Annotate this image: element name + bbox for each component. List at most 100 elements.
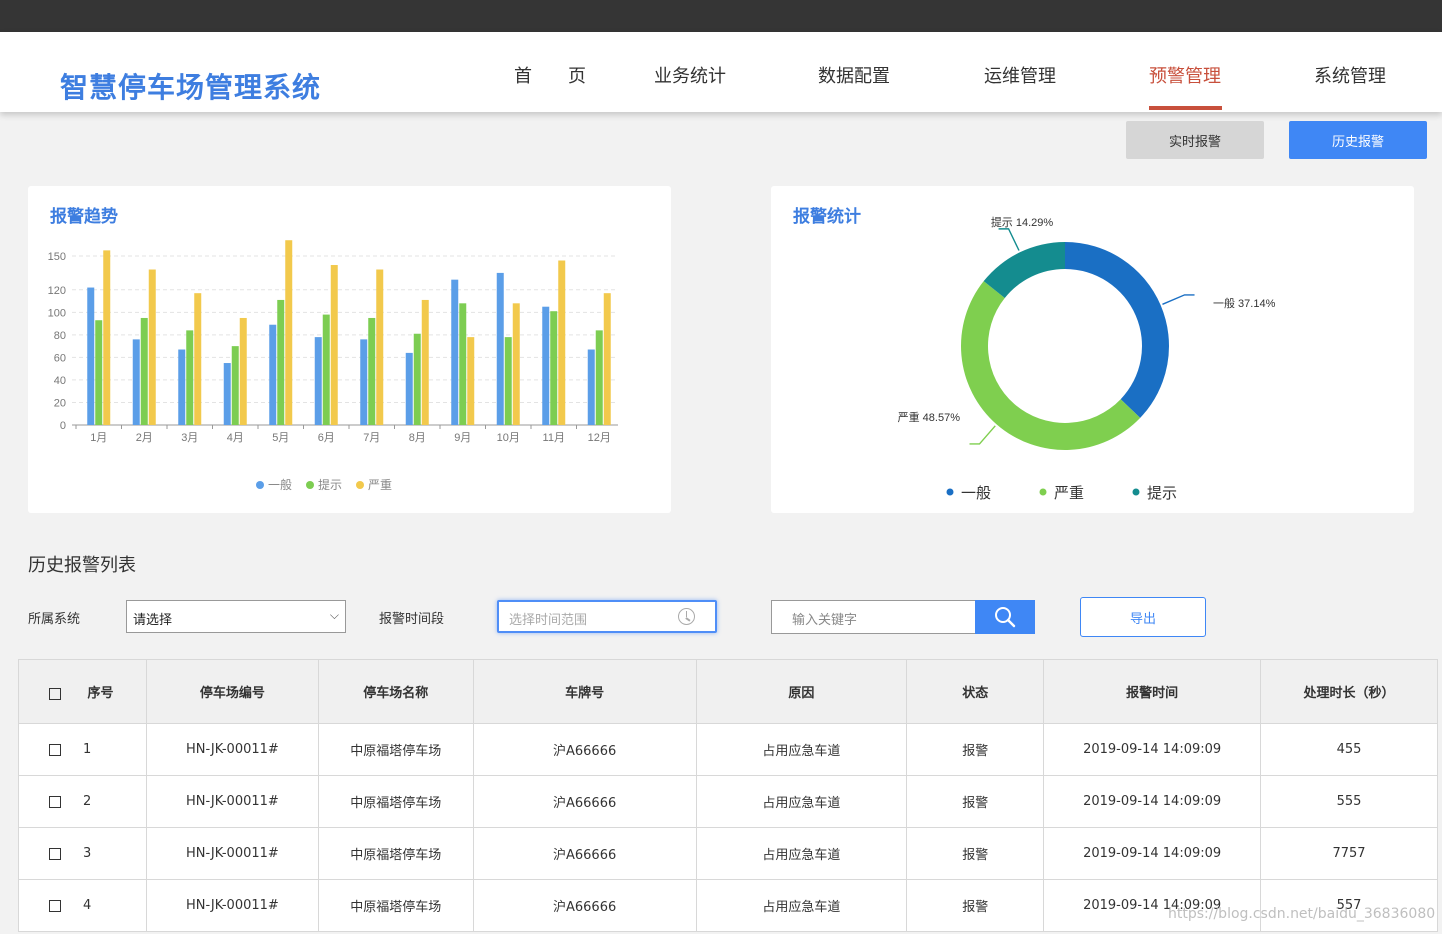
select-all-checkbox[interactable] (49, 687, 61, 700)
bar-hint (140, 317, 148, 425)
cell-row-index: 1 (83, 742, 92, 757)
legend-label: 一般 (268, 477, 292, 492)
bar-severe (239, 317, 247, 425)
history-alert-table: 序号 停车场编号 停车场名称 车牌号 原因 状态 报警时间 处理时长（秒） 1 H… (18, 659, 1438, 932)
bar-hint (277, 299, 285, 425)
bar-severe (603, 293, 611, 425)
search-button[interactable] (975, 600, 1035, 634)
keyword-search-input[interactable]: 输入关键字 (771, 600, 976, 634)
realtime-alert-button[interactable]: 实时报警 (1126, 121, 1264, 159)
cell-alert-time: 2019-09-14 14:09:09 (1043, 775, 1262, 828)
bar-general (269, 324, 277, 425)
time-range-input[interactable]: 选择时间范围 (497, 600, 717, 633)
cell-plate-number: 沪A66666 (472, 827, 697, 880)
cell-status: 报警 (906, 775, 1045, 828)
table-row[interactable]: 3 HN-JK-00011# 中原福塔停车场 沪A66666 占用应急车道 报警 2019-… (18, 827, 1438, 880)
cell-plate-number: 沪A66666 (472, 879, 697, 932)
bar-severe (194, 293, 202, 425)
system-select[interactable]: 请选择 ⌵ (126, 600, 346, 633)
table-header-row: 序号 停车场编号 停车场名称 车牌号 原因 状态 报警时间 处理时长（秒） (18, 659, 1438, 724)
nav-ops-management[interactable]: 运维管理 (984, 62, 1056, 88)
row-index-cell: 2 (18, 775, 147, 828)
nav-system-management[interactable]: 系统管理 (1314, 62, 1386, 88)
x-tick-label: 7月 (363, 432, 380, 444)
legend-label: 严重 (1054, 485, 1084, 502)
nav-business-stats[interactable]: 业务统计 (654, 62, 726, 88)
cell-plate-number: 沪A66666 (472, 723, 697, 776)
legend-dot (356, 481, 364, 489)
x-tick-label: 2月 (136, 432, 153, 444)
y-tick-label: 100 (48, 307, 66, 319)
bar-severe (376, 269, 384, 425)
table-row[interactable]: 4 HN-JK-00011# 中原福塔停车场 沪A66666 占用应急车道 报警 2019-… (18, 879, 1438, 932)
y-tick-label: 40 (54, 375, 66, 387)
row-index-cell: 4 (18, 879, 147, 932)
bar-general (132, 339, 140, 425)
column-header-status[interactable]: 状态 (906, 659, 1045, 724)
bar-severe (330, 265, 338, 425)
cell-lot-code: HN-JK-00011# (145, 827, 319, 880)
time-range-placeholder: 选择时间范围 (509, 613, 588, 628)
search-icon (995, 607, 1016, 628)
cell-duration: 557 (1260, 879, 1438, 932)
leader-line (998, 228, 1020, 251)
column-header-lot-name[interactable]: 停车场名称 (317, 659, 474, 724)
table-row[interactable]: 2 HN-JK-00011# 中原福塔停车场 沪A66666 占用应急车道 报警 2019-… (18, 775, 1438, 828)
bar-general (178, 349, 186, 425)
cell-reason: 占用应急车道 (695, 879, 908, 932)
nav-alert-management[interactable]: 预警管理 (1149, 62, 1221, 88)
cell-reason: 占用应急车道 (695, 827, 908, 880)
x-tick-label: 6月 (318, 432, 335, 444)
column-header-plate[interactable]: 车牌号 (472, 659, 697, 724)
column-header-duration[interactable]: 处理时长（秒） (1260, 659, 1438, 724)
column-header-index: 序号 (18, 659, 147, 724)
column-header-alert-time[interactable]: 报警时间 (1043, 659, 1262, 724)
column-header-lot-code[interactable]: 停车场编号 (145, 659, 319, 724)
nav-data-config[interactable]: 数据配置 (818, 62, 890, 88)
bar-severe (421, 299, 429, 425)
cell-lot-name: 中原福塔停车场 (317, 723, 474, 776)
bar-general (542, 306, 550, 425)
chevron-down-icon: ⌵ (329, 608, 339, 622)
keyword-search-placeholder: 输入关键字 (792, 613, 858, 628)
system-filter-label: 所属系统 (28, 612, 81, 627)
column-header-label: 序号 (87, 686, 114, 701)
bar-severe (512, 303, 520, 425)
bar-severe (467, 337, 475, 425)
bar-general (451, 279, 459, 425)
export-button[interactable]: 导出 (1080, 597, 1206, 637)
bar-hint (186, 330, 194, 425)
column-header-reason[interactable]: 原因 (695, 659, 908, 724)
row-checkbox[interactable] (49, 899, 61, 912)
x-tick-label: 12月 (588, 432, 611, 444)
bar-hint (550, 311, 558, 425)
history-list-title: 历史报警列表 (28, 555, 136, 576)
alert-trend-chart: 0 20 40 60 80 100 120 150 1月 2月 3月 4月 5月 6月 7月 8月 9月 10月 1… (48, 240, 618, 492)
bar-general (587, 349, 595, 425)
x-tick-label: 5月 (272, 432, 289, 444)
cell-lot-name: 中原福塔停车场 (317, 879, 474, 932)
cell-duration: 455 (1260, 723, 1438, 776)
cell-duration: 555 (1260, 775, 1438, 828)
row-checkbox[interactable] (49, 743, 61, 756)
cell-alert-time: 2019-09-14 14:09:09 (1043, 879, 1262, 932)
bar-general (87, 287, 95, 425)
legend-dot (306, 481, 314, 489)
bar-hint (504, 337, 512, 425)
slice-label: 一般 37.14% (1213, 297, 1276, 310)
history-alert-button[interactable]: 历史报警 (1289, 121, 1427, 159)
row-checkbox[interactable] (49, 847, 61, 860)
bar-hint (322, 314, 330, 425)
x-tick-label: 9月 (454, 432, 471, 444)
leader-line (969, 425, 996, 445)
nav-home[interactable]: 首 页 (514, 62, 586, 88)
nav-active-indicator (1149, 106, 1222, 110)
cell-lot-code: HN-JK-00011# (145, 723, 319, 776)
y-tick-label: 80 (54, 330, 66, 342)
alert-stats-card: 报警统计 一般 37.14% 严重 48.57% 提示 14.29% 一般 严重 提示 (771, 186, 1414, 513)
cell-reason: 占用应急车道 (695, 775, 908, 828)
row-checkbox[interactable] (49, 795, 61, 808)
table-row[interactable]: 1 HN-JK-00011# 中原福塔停车场 沪A66666 占用应急车道 报警 2019-… (18, 723, 1438, 776)
bar-hint (95, 320, 103, 425)
cell-row-index: 4 (83, 898, 92, 913)
